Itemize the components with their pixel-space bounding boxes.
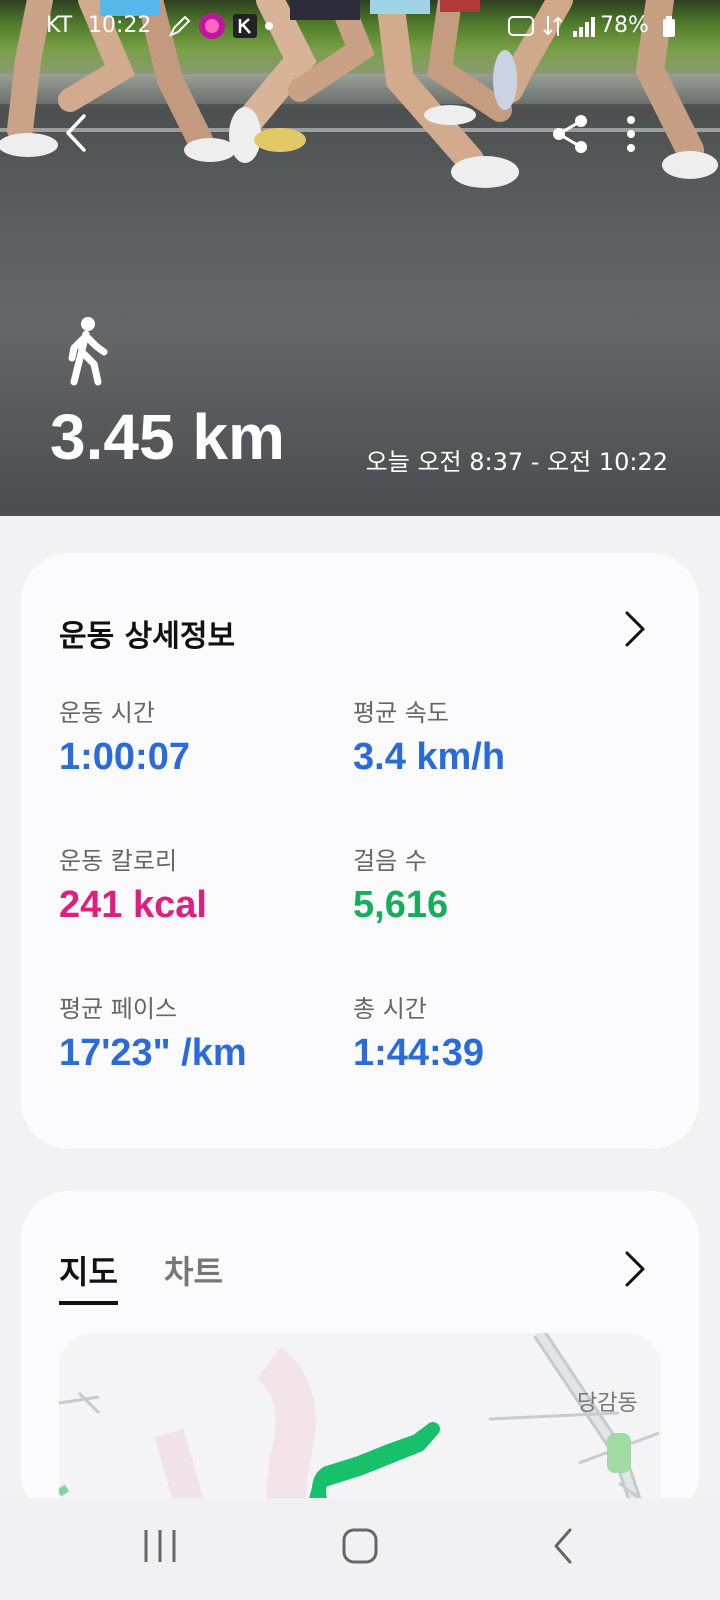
pen-icon (169, 15, 191, 37)
status-battery-level: 78% (600, 13, 649, 38)
stat-value: 3.4 km/h (353, 736, 506, 778)
stat-calories: 운동 칼로리 241 kcal (59, 841, 207, 927)
workout-detail-title: 운동 상세정보 (59, 619, 236, 654)
stat-label: 운동 시간 (59, 699, 155, 727)
hero-banner: KT 10:22 78% 3.45 km 오늘 오전 8:37 - 오전 10:… (0, 0, 720, 516)
status-carrier: KT (46, 13, 73, 38)
hd-icon (508, 16, 534, 36)
stat-label: 걸음 수 (353, 847, 427, 875)
dot-icon (265, 22, 273, 30)
tab-chart[interactable]: 차트 (164, 1247, 223, 1293)
more-options-button[interactable] (616, 112, 646, 156)
status-time: 10:22 (88, 13, 152, 38)
workout-detail-card: 운동 상세정보 운동 시간 1:00:07 평균 속도 3.4 km/h 운동 … (21, 553, 699, 1149)
back-icon[interactable] (548, 1526, 578, 1566)
stat-label: 평균 페이스 (59, 995, 178, 1023)
share-button[interactable] (548, 112, 592, 156)
map-chart-card: 지도 차트 당감동 (21, 1191, 699, 1521)
stat-value: 5,616 (353, 884, 449, 926)
stat-average-pace: 평균 페이스 17'23" /km (59, 989, 247, 1075)
stat-label: 평균 속도 (353, 699, 449, 727)
k-app-icon (233, 14, 257, 38)
home-icon[interactable] (340, 1526, 380, 1566)
route-line (308, 1422, 440, 1510)
stat-steps: 걸음 수 5,616 (353, 841, 448, 927)
data-transfer-icon (543, 16, 563, 36)
stat-value: 1:44:39 (353, 1032, 484, 1074)
stat-label: 총 시간 (353, 995, 427, 1023)
stat-workout-time: 운동 시간 1:00:07 (59, 693, 190, 779)
stat-value: 17'23" /km (59, 1032, 247, 1074)
app-badge-icon (199, 13, 225, 39)
status-bar: KT 10:22 78% (0, 0, 720, 52)
walking-icon (68, 317, 108, 386)
system-navigation-bar (0, 1498, 720, 1600)
workout-distance: 3.45 km (50, 401, 285, 473)
stat-average-speed: 평균 속도 3.4 km/h (353, 693, 505, 779)
status-system-icons (508, 14, 596, 38)
workout-detail-chevron-right-icon[interactable] (619, 609, 649, 649)
stat-total-time: 총 시간 1:44:39 (353, 989, 484, 1075)
back-button[interactable] (54, 110, 100, 156)
route-map[interactable]: 당감동 (59, 1333, 661, 1521)
signal-icon (573, 17, 595, 37)
battery-icon (663, 16, 675, 37)
status-notification-icons (168, 12, 274, 40)
stat-value: 1:00:07 (59, 736, 190, 778)
map-card-chevron-right-icon[interactable] (619, 1249, 649, 1289)
recents-icon[interactable] (142, 1526, 178, 1566)
stat-value: 241 kcal (59, 884, 207, 926)
stat-label: 운동 칼로리 (59, 847, 178, 875)
workout-time-range: 오늘 오전 8:37 - 오전 10:22 (365, 448, 668, 476)
tab-map[interactable]: 지도 (59, 1247, 118, 1305)
